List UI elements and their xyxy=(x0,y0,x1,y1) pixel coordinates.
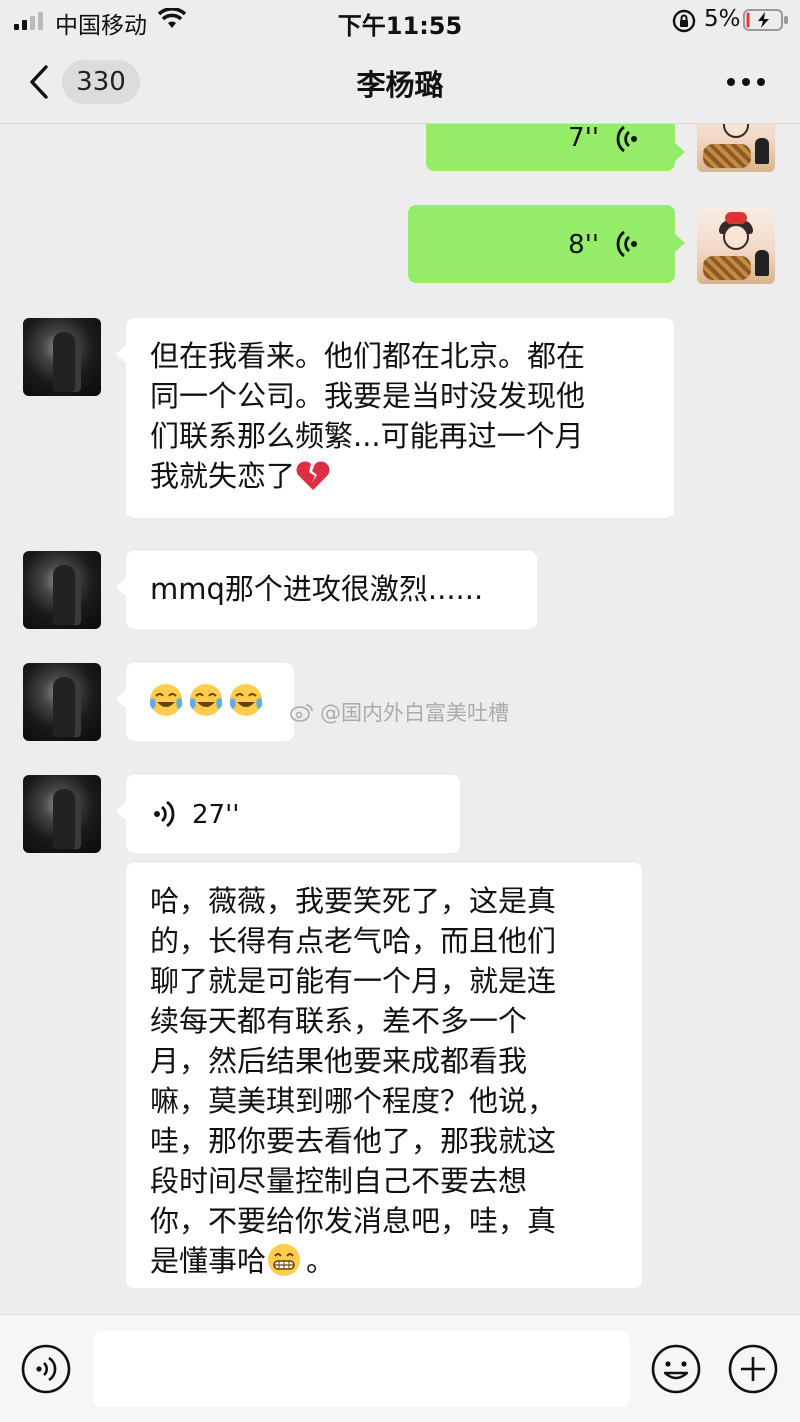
avatar-self[interactable] xyxy=(697,124,775,172)
avatar-self[interactable] xyxy=(697,206,775,284)
voice-duration: 27'' xyxy=(192,800,240,830)
crying-laughing-icon xyxy=(229,684,263,716)
crying-laughing-icon xyxy=(149,684,183,716)
battery-percent: 5% xyxy=(704,6,741,32)
avatar-contact[interactable] xyxy=(23,551,101,629)
voice-duration: 8'' xyxy=(568,230,599,260)
transcript-line: 的，长得有点老气哈，而且他们 xyxy=(150,924,557,958)
voice-input-icon[interactable] xyxy=(20,1343,72,1395)
message-line: 同一个公司。我要是当时没发现他 xyxy=(150,379,586,413)
more-dots-icon[interactable] xyxy=(724,70,768,94)
status-bar: 中国移动 下午11:55 5% xyxy=(0,0,800,40)
transcript-line: 是懂事哈 xyxy=(150,1244,267,1278)
avatar-contact[interactable] xyxy=(23,663,101,741)
message-line: 们联系那么频繁...可能再过一个月 xyxy=(150,419,584,453)
watermark-text: @国内外白富美吐槽 xyxy=(320,701,509,725)
chat-header: 330 李杨璐 xyxy=(0,40,800,124)
voice-duration: 7'' xyxy=(568,124,599,153)
message-list[interactable]: 7'' 8'' 但在我看来。他们都在北京。都在 同一个公司。我要是当时没发现他 … xyxy=(0,124,800,1314)
add-icon[interactable] xyxy=(727,1343,779,1395)
message-input[interactable] xyxy=(93,1331,630,1407)
voice-message-sent[interactable]: 8'' xyxy=(408,205,685,283)
transcript-line: 聊了就是可能有一个月，就是连 xyxy=(150,964,557,998)
voice-wave-icon xyxy=(616,125,637,153)
text-message-received[interactable]: mmq那个进攻很激烈...... xyxy=(116,551,537,629)
voice-wave-icon xyxy=(616,230,637,258)
transcript-line: 哇，那你要去看他了，那我就这 xyxy=(150,1124,557,1158)
transcript-line: 嘛，莫美琪到哪个程度？他说， xyxy=(150,1084,557,1118)
avatar-contact[interactable] xyxy=(23,318,101,396)
crying-laughing-icon xyxy=(189,684,223,716)
input-bar xyxy=(0,1314,800,1422)
weibo-icon xyxy=(290,704,313,722)
avatar-contact[interactable] xyxy=(23,775,101,853)
voice-wave-icon xyxy=(154,800,175,828)
grinning-face-icon xyxy=(268,1244,301,1276)
transcript-trailing: 。 xyxy=(306,1244,336,1278)
message-line: 但在我看来。他们都在北京。都在 xyxy=(150,339,586,373)
transcript-line: 哈，薇薇，我要笑死了，这是真 xyxy=(150,884,557,918)
message-line: mmq那个进攻很激烈...... xyxy=(150,572,484,606)
transcript-line: 续每天都有联系，差不多一个 xyxy=(150,1004,528,1038)
voice-message-received[interactable]: 27'' xyxy=(116,775,460,853)
orientation-lock-icon xyxy=(672,9,696,33)
message-line: 我就失恋了 xyxy=(150,459,296,493)
battery-charging-icon xyxy=(743,9,788,31)
transcript-line: 段时间尽量控制自己不要去想 xyxy=(150,1164,528,1198)
transcript-line: 月，然后结果他要来成都看我 xyxy=(150,1044,528,1078)
emoji-icon[interactable] xyxy=(650,1343,702,1395)
transcript-line: 你，不要给你发消息吧，哇，真 xyxy=(150,1204,557,1238)
chat-title: 李杨璐 xyxy=(356,68,444,102)
broken-heart-icon xyxy=(296,461,330,490)
text-message-received[interactable]: 但在我看来。他们都在北京。都在 同一个公司。我要是当时没发现他 们联系那么频繁.… xyxy=(116,318,674,518)
voice-transcript[interactable]: 哈，薇薇，我要笑死了，这是真 的，长得有点老气哈，而且他们 聊了就是可能有一个月… xyxy=(126,863,642,1288)
voice-message-sent[interactable]: 7'' xyxy=(426,124,685,171)
weibo-watermark: @国内外白富美吐槽 xyxy=(290,697,509,727)
emoji-message-received[interactable] xyxy=(116,663,294,741)
